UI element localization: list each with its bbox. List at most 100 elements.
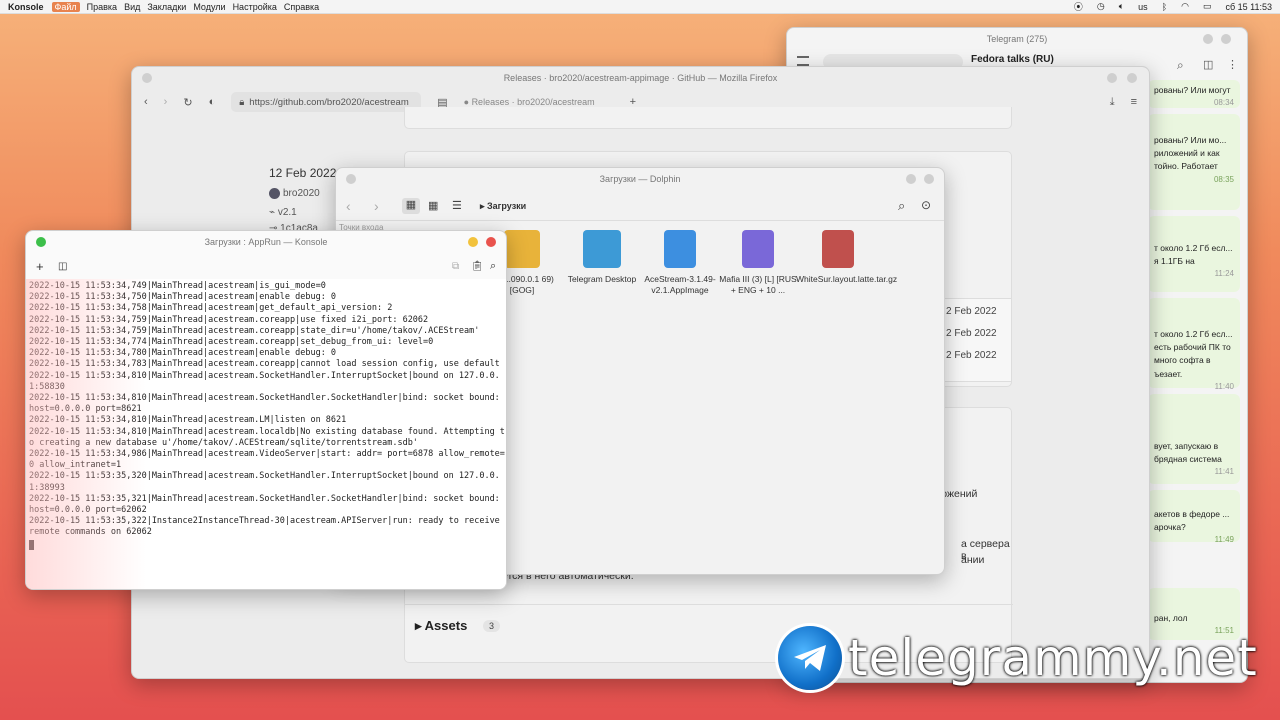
search-icon[interactable]: ⌕ <box>898 198 905 214</box>
minimize-button[interactable] <box>1107 73 1117 83</box>
url-bar[interactable]: 🔒︎ https://github.com/bro2020/acestream <box>231 92 422 112</box>
log-line: 2022-10-15 11:53:34,810|MainThread|acest… <box>29 415 347 426</box>
log-line: 2022-10-15 11:53:34,810|MainThread|acest… <box>29 426 505 448</box>
log-line: 2022-10-15 11:53:34,749|MainThread|acest… <box>29 281 326 291</box>
window-menu-button[interactable] <box>142 73 152 83</box>
menu-icon[interactable] <box>797 56 809 66</box>
lock-icon: 🔒︎ <box>239 96 245 108</box>
archive-icon <box>822 230 854 268</box>
battery-icon[interactable]: ▭ <box>1203 1 1212 12</box>
file-item[interactable]: Mafia III (3) [L] [RUS + ENG + 10 ... <box>716 230 800 296</box>
window-title: Загрузки : AppRun — Konsole <box>204 237 328 247</box>
minimize-button[interactable] <box>1203 34 1213 44</box>
file-item[interactable]: AceStream-3.1.49-v2.1.AppImage <box>638 230 722 296</box>
details-view-icon[interactable]: ☰ <box>452 199 462 212</box>
konsole-titlebar[interactable]: Загрузки : AppRun — Konsole <box>26 231 506 253</box>
log-line: 2022-10-15 11:53:34,986|MainThread|acest… <box>29 449 505 471</box>
log-line: 2022-10-15 11:53:34,758|MainThread|acest… <box>29 303 393 314</box>
terminal-cursor <box>29 539 34 550</box>
window-title: Telegram (275) <box>986 34 1048 44</box>
minimize-button[interactable] <box>468 237 478 247</box>
avatar <box>269 188 280 199</box>
clock[interactable]: сб 15 11:53 <box>1225 2 1272 12</box>
search-icon[interactable]: ⌕ <box>1177 58 1184 73</box>
menu-edit[interactable]: Правка <box>87 2 117 12</box>
new-tab-button[interactable]: + <box>36 259 44 274</box>
release-author[interactable]: bro2020 <box>269 188 320 199</box>
log-line: 2022-10-15 11:53:34,750|MainThread|acest… <box>29 292 337 303</box>
assets-toggle[interactable]: ▸ Assets <box>415 618 467 634</box>
terminal-output[interactable]: 2022-10-15 11:53:34,749|MainThread|acest… <box>26 279 506 589</box>
downloads-icon[interactable]: ⤓ <box>1110 96 1115 109</box>
tag-icon: ⌁ <box>269 207 278 218</box>
bluetooth-icon[interactable]: ᛒ <box>1162 2 1167 12</box>
icons-view-icon[interactable]: ▦ <box>402 198 420 214</box>
chat-message[interactable]: рованы? Или могут 08:34 <box>1148 80 1240 108</box>
find-icon[interactable]: ⌕ <box>490 260 496 273</box>
sidebar-icon[interactable]: ◫ <box>1203 58 1213 71</box>
window-menu-button[interactable] <box>346 174 356 184</box>
forward-icon[interactable]: › <box>374 198 379 214</box>
chat-message[interactable]: рованы? Или мо... риложений и как тойно.… <box>1148 114 1240 210</box>
appimage-icon <box>664 230 696 268</box>
log-line: 2022-10-15 11:53:34,759|MainThread|acest… <box>29 325 480 336</box>
konsole-window[interactable]: Загрузки : AppRun — Konsole + ◫ ⧉ 📋︎ ⌕ 2… <box>25 230 507 590</box>
chat-title: Fedora talks (RU) <box>971 54 1054 65</box>
shield-icon[interactable]: ◐ <box>209 96 216 108</box>
release-date: 12 Feb 2022 <box>269 166 337 180</box>
tab-github-releases[interactable]: ● Releases · bro2020/acestream <box>464 97 614 107</box>
dolphin-titlebar[interactable]: Загрузки — Dolphin <box>336 168 944 190</box>
compact-view-icon[interactable]: ▦ <box>428 199 438 212</box>
log-line: 2022-10-15 11:53:34,759|MainThread|acest… <box>29 314 429 325</box>
hamburger-menu-icon[interactable]: ≡ <box>1131 96 1137 108</box>
copy-icon[interactable]: ⧉ <box>452 261 459 272</box>
clock-icon[interactable]: ◷ <box>1097 1 1105 12</box>
window-title: Загрузки — Dolphin <box>599 174 681 184</box>
window-title: Releases · bro2020/acestream-appimage · … <box>503 73 778 83</box>
wifi-icon[interactable]: ◠ <box>1181 1 1189 12</box>
menu-view[interactable]: Вид <box>124 2 140 12</box>
menu-plugins[interactable]: Модули <box>193 2 225 12</box>
active-app-name: Konsole <box>8 1 44 12</box>
reload-icon[interactable]: ↻ <box>183 96 192 109</box>
breadcrumb[interactable]: ▸ Загрузки <box>480 201 526 212</box>
chat-message[interactable]: т около 1.2 Гб есл... есть рабочий ПК то… <box>1148 298 1240 391</box>
maximize-button[interactable] <box>1127 73 1137 83</box>
chat-message[interactable]: т около 1.2 Гб есл... я 1.1ГБ на 11:24 <box>1148 216 1240 292</box>
keyboard-layout[interactable]: us <box>1138 2 1148 12</box>
watermark: telegrammy.net <box>778 626 1258 690</box>
menu-file[interactable]: Файл <box>51 1 80 12</box>
top-panel: Konsole Файл Правка Вид Закладки Модули … <box>0 0 1280 14</box>
paste-icon[interactable]: 📋︎ <box>471 261 484 272</box>
minimize-button[interactable] <box>906 174 916 184</box>
maximize-button[interactable] <box>1221 34 1231 44</box>
file-item[interactable]: WhiteSur.layout.latte.tar.gz <box>796 230 897 285</box>
menu-settings[interactable]: Настройка <box>233 2 277 12</box>
window-menu-button[interactable] <box>36 237 46 247</box>
more-icon[interactable]: ⋮ <box>1227 58 1238 71</box>
firefox-titlebar[interactable]: Releases · bro2020/acestream-appimage · … <box>132 67 1149 89</box>
close-button[interactable] <box>486 237 496 247</box>
chat-message[interactable]: вует, запускаю в брядная система 11:41 <box>1148 394 1240 484</box>
maximize-button[interactable] <box>924 174 934 184</box>
assets-dates: 2 Feb 2022 2 Feb 2022 2 Feb 2022 <box>941 298 1011 382</box>
more-options-icon[interactable]: ⊙ <box>921 198 931 212</box>
telegram-titlebar[interactable]: Telegram (275) <box>787 28 1247 50</box>
back-icon[interactable]: ‹ <box>346 198 351 214</box>
menu-bookmarks[interactable]: Закладки <box>147 2 186 12</box>
menu-help[interactable]: Справка <box>284 2 319 12</box>
watermark-text: telegrammy.net <box>848 629 1258 687</box>
log-line: 2022-10-15 11:53:34,810|MainThread|acest… <box>29 393 505 415</box>
record-icon[interactable]: ⦿ <box>1074 0 1083 13</box>
release-tag[interactable]: ⌁ v2.1 <box>269 207 297 218</box>
back-icon[interactable]: ‹ <box>144 96 148 108</box>
log-line: 2022-10-15 11:53:35,320|MainThread|acest… <box>29 471 500 493</box>
forward-icon[interactable]: › <box>164 96 168 108</box>
chat-message[interactable]: акетов в федоре ... арочка? 11:49 <box>1148 490 1240 544</box>
log-line: 2022-10-15 11:53:34,780|MainThread|acest… <box>29 348 337 359</box>
volume-icon[interactable]: 🔈︎ <box>1119 1 1124 12</box>
file-item[interactable]: Telegram Desktop <box>560 230 644 285</box>
divider <box>405 604 1013 605</box>
split-view-icon[interactable]: ◫ <box>58 261 67 272</box>
log-line: 2022-10-15 11:53:35,322|Instance2Instanc… <box>29 516 505 538</box>
